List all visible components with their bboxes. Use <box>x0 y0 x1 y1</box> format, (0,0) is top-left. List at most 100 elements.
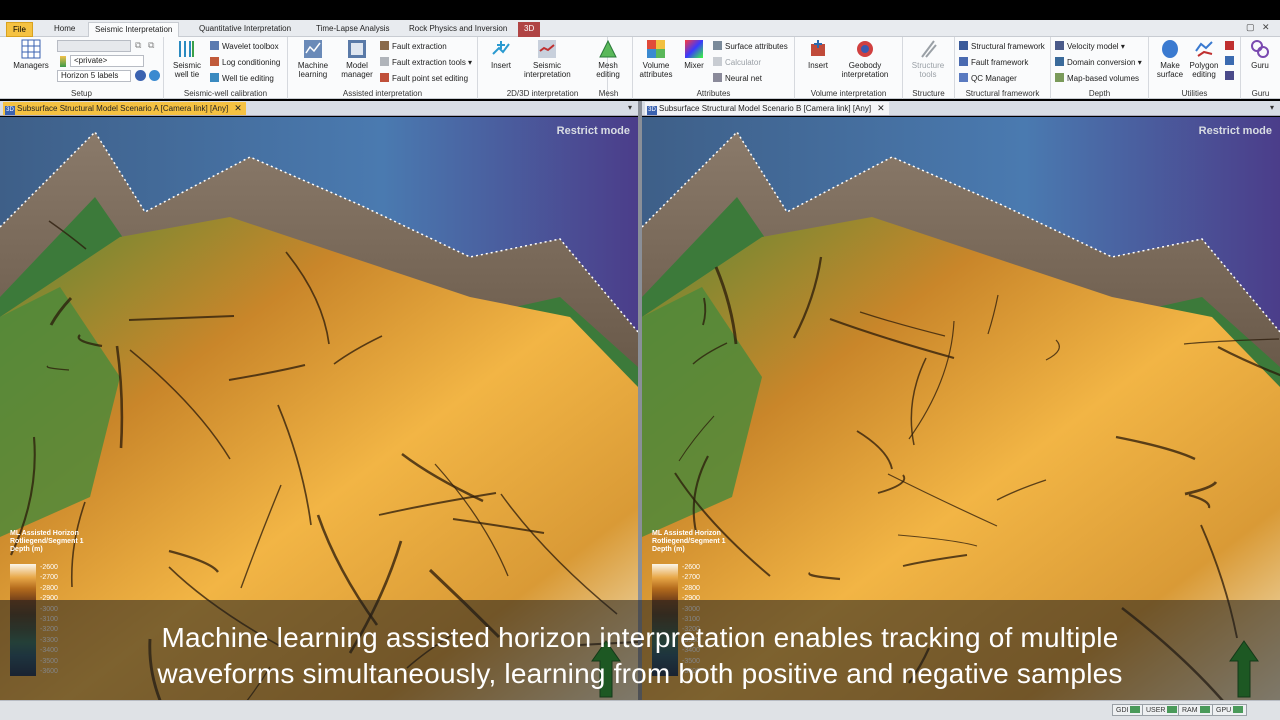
group-label-structural-framework: Structural framework <box>965 89 1040 98</box>
fault-extraction-tools-label: Fault extraction tools <box>392 58 466 67</box>
legend-unit: Depth (m) <box>10 546 43 553</box>
mixer-button[interactable]: Mixer <box>673 39 715 70</box>
seismic-interpretation-button[interactable]: Seismic interpretation <box>524 39 571 79</box>
ram-label: RAM <box>1182 707 1198 714</box>
left-viewport-title: Subsurface Structural Model Scenario A [… <box>17 104 229 113</box>
restrict-mode-label: Restrict mode <box>556 125 630 137</box>
framework-icon <box>959 41 968 50</box>
volume-attributes-button[interactable]: Volume attributes <box>635 39 677 79</box>
qc-manager-button[interactable]: QC Manager <box>959 72 1017 85</box>
tab-file[interactable]: File <box>6 22 33 37</box>
tab-time-lapse-analysis[interactable]: Time-Lapse Analysis <box>310 22 396 37</box>
surface-attributes-label: Surface attributes <box>725 42 788 51</box>
restore-icon[interactable]: ▢ <box>1246 22 1255 33</box>
seismic-well-tie-button[interactable]: Seismic well tie <box>166 39 208 79</box>
geobody-interpretation-label: Geobody interpretation <box>841 61 889 79</box>
settings-icon[interactable] <box>135 70 146 81</box>
empty-combo[interactable] <box>57 40 131 52</box>
refresh-icon[interactable] <box>149 70 160 81</box>
qc-icon <box>959 73 968 82</box>
copy-icon[interactable]: ⧉ <box>135 40 141 51</box>
labels-combo[interactable]: Horizon 5 labels <box>57 70 131 82</box>
group-structure: Structure tools Structure <box>903 37 955 99</box>
group-utilities: Make surface Polygon editing Utilities <box>1149 37 1241 99</box>
left-viewport-titlebar: 3D Subsurface Structural Model Scenario A… <box>0 101 638 116</box>
surface-attributes-button[interactable]: Surface attributes <box>713 40 788 53</box>
legend-title: ML Assisted Horizon <box>10 530 79 537</box>
qc-manager-label: QC Manager <box>971 74 1017 83</box>
structure-tools-button[interactable]: Structure tools <box>907 39 949 79</box>
legend-tick-label: -2600 <box>682 564 700 571</box>
caption-line-1: Machine learning assisted horizon interp… <box>161 622 1119 653</box>
map-based-volumes-button[interactable]: Map-based volumes <box>1055 72 1139 85</box>
caption-band: Machine learning assisted horizon interp… <box>0 600 1280 700</box>
group-structural-framework: Structural framework Fault framework QC … <box>955 37 1051 99</box>
managers-button[interactable]: Managers <box>10 39 52 70</box>
tab-3d[interactable]: 3D <box>518 22 541 37</box>
status-bar: GDI USER RAM GPU <box>0 700 1280 720</box>
paste-icon[interactable]: ⧉ <box>148 40 154 51</box>
color-swatch-icon <box>60 56 66 67</box>
edit-icon <box>210 73 219 82</box>
domain-conversion-button[interactable]: Domain conversion ▾ <box>1055 56 1142 69</box>
fault-framework-icon <box>959 57 968 66</box>
map-volumes-icon <box>1055 73 1064 82</box>
volume-attributes-label: Volume attributes <box>639 61 673 79</box>
labels-combo-value: Horizon 5 labels <box>61 71 119 80</box>
gpu-meter-bar <box>1233 706 1244 713</box>
neural-net-icon <box>713 73 722 82</box>
polygon-editing-button[interactable]: Polygon editing <box>1183 39 1225 79</box>
group-label-mesh: Mesh <box>598 89 619 98</box>
ram-meter: RAM <box>1178 704 1214 716</box>
close-icon[interactable]: ✕ <box>877 103 885 113</box>
machine-learning-button[interactable]: Machine learning <box>292 39 334 79</box>
fault-extraction-tools-button[interactable]: Fault extraction tools ▾ <box>380 56 472 69</box>
utility-extra-icon-2[interactable] <box>1225 56 1234 65</box>
tab-home[interactable]: Home <box>48 22 81 37</box>
structural-framework-button[interactable]: Structural framework <box>959 40 1045 53</box>
fault-point-set-editing-label: Fault point set editing <box>392 74 469 83</box>
neural-net-button[interactable]: Neural net <box>713 72 762 85</box>
chevron-down-icon[interactable]: ▾ <box>1270 103 1274 112</box>
group-mesh: Mesh editing Mesh <box>585 37 633 99</box>
utility-extra-icon-3[interactable] <box>1225 71 1234 80</box>
velocity-model-button[interactable]: Velocity model ▾ <box>1055 40 1125 53</box>
ribbon: Managers ⧉ ⧉ <private> Horizon 5 labels … <box>0 37 1280 99</box>
group-assisted: Machine learning Model manager Fault ext… <box>288 37 478 99</box>
tab-seismic-interpretation[interactable]: Seismic Interpretation <box>88 22 180 37</box>
geobody-interpretation-button[interactable]: Geobody interpretation <box>841 39 889 79</box>
fault-framework-button[interactable]: Fault framework <box>959 56 1028 69</box>
tab-rock-physics-inversion[interactable]: Rock Physics and Inversion <box>403 22 513 37</box>
calculator-button[interactable]: Calculator <box>713 56 761 69</box>
log-conditioning-button[interactable]: Log conditioning <box>210 56 280 69</box>
private-combo[interactable]: <private> <box>70 55 144 67</box>
mesh-editing-button[interactable]: Mesh editing <box>587 39 629 79</box>
tab-quantitative-interpretation[interactable]: Quantitative Interpretation <box>193 22 297 37</box>
fault-extraction-button[interactable]: Fault extraction <box>380 40 447 53</box>
right-viewport-titlebar: 3D Subsurface Structural Model Scenario B… <box>642 101 1280 116</box>
utility-extra-icon[interactable] <box>1225 41 1234 50</box>
legend-title: ML Assisted Horizon <box>652 530 721 537</box>
close-icon[interactable]: ✕ <box>234 103 242 113</box>
group-seismic-well: Seismic well tie Wavelet toolbox Log con… <box>164 37 288 99</box>
group-volume-interp: Insert Geobody interpretation Volume int… <box>795 37 903 99</box>
guru-button[interactable]: Guru <box>1239 39 1280 70</box>
fault-point-set-editing-button[interactable]: Fault point set editing <box>380 72 468 85</box>
log-conditioning-label: Log conditioning <box>222 58 281 67</box>
insert-interpretation-button[interactable]: Insert <box>480 39 522 70</box>
restrict-mode-label: Restrict mode <box>1198 125 1272 137</box>
right-viewport-tab[interactable]: 3D Subsurface Structural Model Scenario B… <box>645 102 889 115</box>
structure-tools-label: Structure tools <box>911 61 945 79</box>
chevron-down-icon[interactable]: ▾ <box>628 103 632 112</box>
gdi-meter: GDI <box>1112 704 1145 716</box>
3d-window-icon: 3D <box>5 106 15 115</box>
group-label-setup: Setup <box>71 89 92 98</box>
wavelet-toolbox-button[interactable]: Wavelet toolbox <box>210 40 279 53</box>
model-manager-button[interactable]: Model manager <box>336 39 378 79</box>
insert-icon <box>492 41 510 55</box>
left-viewport-tab[interactable]: 3D Subsurface Structural Model Scenario A… <box>3 102 246 115</box>
well-tie-editing-button[interactable]: Well tie editing <box>210 72 274 85</box>
mesh-icon <box>599 39 617 58</box>
close-icon[interactable]: ✕ <box>1262 22 1270 33</box>
insert-volume-button[interactable]: Insert <box>797 39 839 70</box>
